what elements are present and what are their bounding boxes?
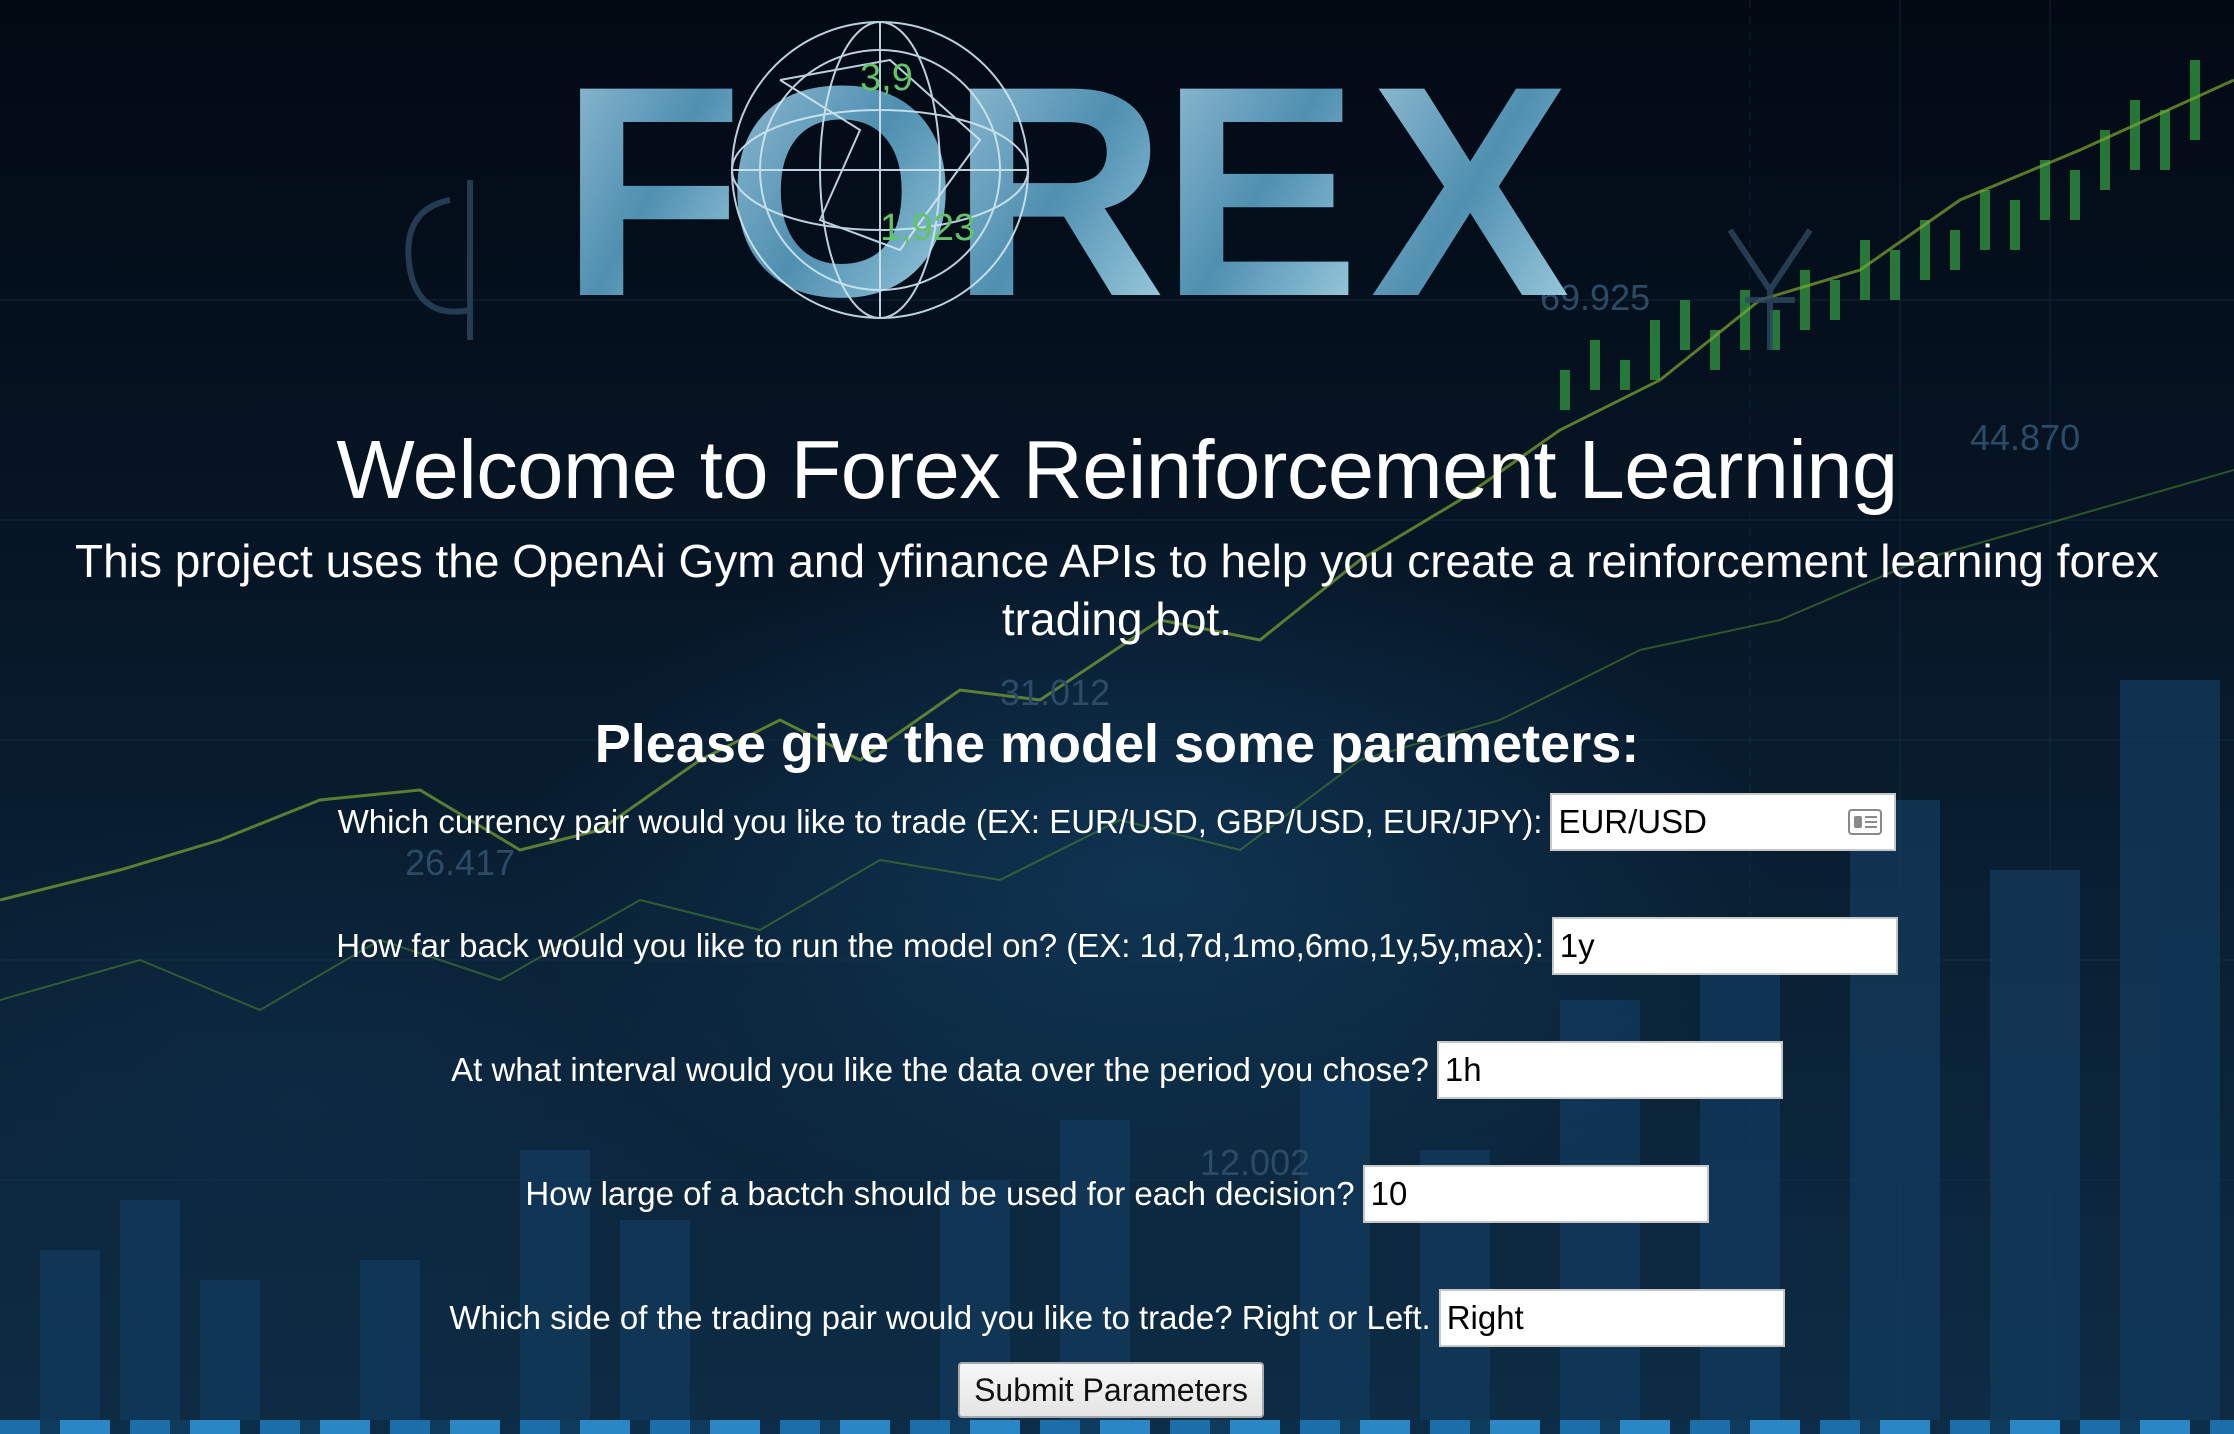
logo-letter-e: E bbox=[1160, 23, 1360, 340]
trade-side-input[interactable]: Right bbox=[1438, 1289, 1785, 1347]
interval-label: At what interval would you like the data… bbox=[451, 1051, 1429, 1088]
logo-letter-r: R bbox=[950, 23, 1167, 340]
currency-pair-value: EUR/USD bbox=[1558, 803, 1707, 840]
batch-size-label: How large of a bactch should be used for… bbox=[525, 1175, 1355, 1212]
currency-pair-label: Which currency pair would you like to tr… bbox=[337, 803, 1543, 840]
interval-input[interactable]: 1h bbox=[1436, 1041, 1783, 1099]
logo-letter-x: X bbox=[1370, 23, 1572, 340]
currency-pair-input[interactable]: EUR/USD bbox=[1550, 793, 1897, 851]
batch-size-row: How large of a bactch should be used for… bbox=[0, 1164, 2234, 1224]
page-subtitle: This project uses the OpenAi Gym and yfi… bbox=[75, 535, 2159, 645]
submit-parameters-button[interactable]: Submit Parameters bbox=[958, 1362, 1264, 1418]
batch-size-input[interactable]: 10 bbox=[1362, 1165, 1709, 1223]
period-input[interactable]: 1y bbox=[1551, 917, 1898, 975]
logo-number-2: 1,923 bbox=[880, 207, 975, 249]
trade-side-label: Which side of the trading pair would you… bbox=[449, 1299, 1431, 1336]
bg-number-2: 31.012 bbox=[1000, 672, 1110, 713]
trade-side-value: Right bbox=[1446, 1299, 1524, 1336]
interval-value: 1h bbox=[1444, 1051, 1482, 1088]
parameters-heading: Please give the model some parameters: bbox=[594, 714, 1640, 774]
trade-side-row: Which side of the trading pair would you… bbox=[0, 1288, 2234, 1348]
interval-row: At what interval would you like the data… bbox=[0, 1040, 2234, 1100]
currency-pair-row: Which currency pair would you like to tr… bbox=[0, 792, 2234, 852]
batch-size-value: 10 bbox=[1370, 1175, 1408, 1212]
contact-card-icon[interactable] bbox=[1848, 809, 1883, 835]
forex-logo: F O R E X 3,9 1,923 bbox=[560, 21, 1572, 340]
period-value: 1y bbox=[1559, 927, 1595, 964]
bottom-chart-strip bbox=[0, 1420, 2234, 1434]
logo-letter-f: F bbox=[560, 23, 743, 340]
period-row: How far back would you like to run the m… bbox=[0, 916, 2234, 976]
period-label: How far back would you like to run the m… bbox=[336, 927, 1544, 964]
logo-number-1: 3,9 bbox=[860, 57, 913, 99]
page-title: Welcome to Forex Reinforcement Learning bbox=[336, 423, 1898, 516]
